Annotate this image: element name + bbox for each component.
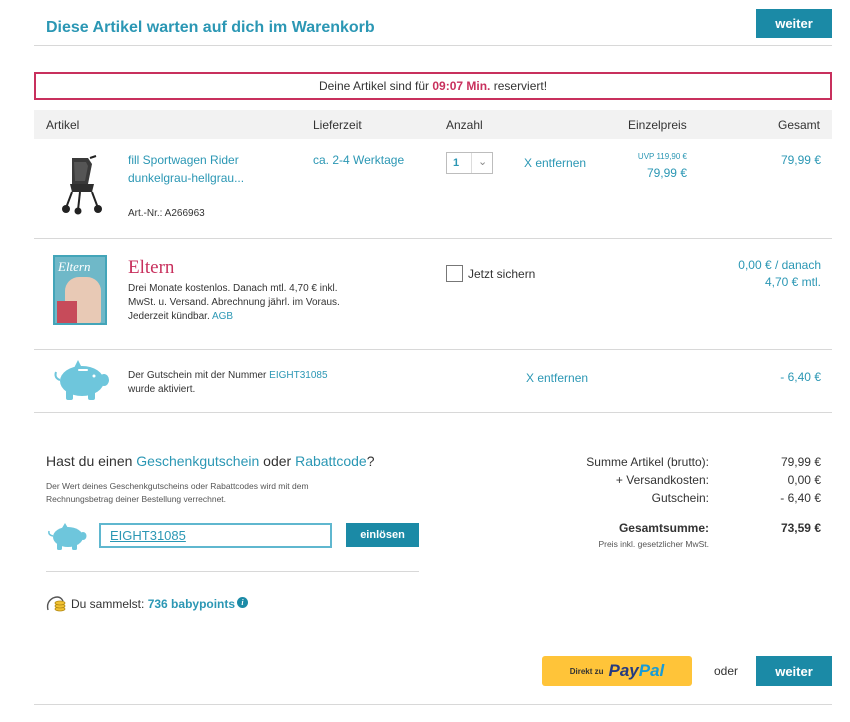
summary-voucher-value: - 6,40 € xyxy=(780,491,821,505)
babypoints-prefix: Du sammelst: xyxy=(71,597,145,611)
piggy-bank-icon xyxy=(52,360,110,402)
paypal-logo-pal: Pal xyxy=(638,661,665,680)
magazine-cover-title: Eltern xyxy=(58,259,91,274)
magazine-cover-shape xyxy=(57,301,77,323)
subscribe-checkbox-label[interactable]: Jetzt sichern xyxy=(468,267,535,281)
footer-divider xyxy=(34,704,832,705)
summary-items-label: Summe Artikel (brutto): xyxy=(586,455,709,469)
magazine-desc-line1: Drei Monate kostenlos. Danach mtl. 4,70 … xyxy=(128,283,338,294)
product-name-line2[interactable]: dunkelgrau-hellgrau... xyxy=(128,171,244,185)
magazine-cover[interactable]: Eltern xyxy=(53,255,107,325)
row-divider-2 xyxy=(34,349,832,350)
magazine-desc-line3: Jederzeit kündbar. AGB xyxy=(128,309,233,324)
product-name-line1[interactable]: fill Sportwagen Rider xyxy=(128,153,239,167)
voucher-code: EIGHT31085 xyxy=(269,370,328,381)
magazine-desc-line2: MwSt. u. Versand. Abrechnung jährl. im V… xyxy=(128,297,340,308)
summary-items-value: 79,99 € xyxy=(780,455,821,469)
col-article: Artikel xyxy=(46,118,80,132)
product-delivery: ca. 2-4 Werktage xyxy=(313,153,405,167)
summary-labels: Summe Artikel (brutto): + Versandkosten:… xyxy=(586,453,709,507)
chevron-down-icon: ⌄ xyxy=(478,156,488,168)
voucher-text-prefix: Der Gutschein mit der Nummer xyxy=(128,370,267,381)
coupon-info-line1: Der Wert deines Geschenkgutscheins oder … xyxy=(46,481,309,491)
quantity-divider xyxy=(471,153,472,173)
magazine-cancel-text: Jederzeit kündbar. xyxy=(128,311,210,322)
continue-button-top[interactable]: weiter xyxy=(756,9,832,38)
voucher-text-line2: wurde aktiviert. xyxy=(128,384,196,395)
col-delivery: Lieferzeit xyxy=(313,118,362,132)
agb-link[interactable]: AGB xyxy=(212,311,233,322)
remove-product-button[interactable]: X entfernen xyxy=(524,156,586,170)
reservation-timer: 09:07 Min. xyxy=(432,79,491,93)
col-total: Gesamt xyxy=(777,118,820,132)
redeem-button[interactable]: einlösen xyxy=(346,523,419,547)
coins-icon xyxy=(45,594,67,614)
voucher-amount: - 6,40 € xyxy=(780,370,821,384)
coupon-question: Hast du einen Geschenkgutschein oder Rab… xyxy=(46,453,374,469)
summary-shipping-value: 0,00 € xyxy=(787,473,821,487)
col-unit-price: Einzelpreis xyxy=(628,118,687,132)
remove-voucher-button[interactable]: X entfernen xyxy=(526,371,588,385)
product-uvp: UVP 119,90 € xyxy=(637,152,687,161)
or-label: oder xyxy=(714,664,739,678)
gift-card-link[interactable]: Geschenkgutschein xyxy=(136,453,259,469)
summary-voucher-label: Gutschein: xyxy=(651,491,709,505)
row-divider-3 xyxy=(34,412,832,413)
coupon-q-middle: oder xyxy=(263,453,292,469)
paypal-logo-pay: Pay xyxy=(608,661,639,680)
header-divider xyxy=(34,45,832,46)
page-title: Diese Artikel warten auf dich im Warenko… xyxy=(46,19,375,36)
piggy-bank-small-icon xyxy=(47,523,87,551)
quantity-select[interactable]: 1 ⌄ xyxy=(446,152,493,174)
reservation-banner: Deine Artikel sind für 09:07 Min. reserv… xyxy=(34,72,832,100)
row-divider-1 xyxy=(34,238,832,239)
continue-button-bottom[interactable]: weiter xyxy=(756,656,832,686)
magazine-price-line2: 4,70 € mtl. xyxy=(764,275,821,289)
coupon-divider xyxy=(46,571,419,572)
tax-note: Preis inkl. gesetzlicher MwSt. xyxy=(598,539,709,549)
summary-total-value: 73,59 € xyxy=(780,521,821,535)
reservation-suffix: reserviert! xyxy=(493,79,548,93)
stroller-icon xyxy=(62,155,102,215)
eltern-logo: Eltern xyxy=(128,257,175,278)
summary-total-label: Gesamtsumme: xyxy=(618,521,709,535)
magazine-price-line1: 0,00 € / danach xyxy=(738,258,821,272)
coupon-q-prefix: Hast du einen xyxy=(46,453,133,469)
product-total: 79,99 € xyxy=(780,153,821,167)
paypal-prefix: Direkt zu xyxy=(569,666,604,676)
voucher-text-line1: Der Gutschein mit der Nummer EIGHT31085 xyxy=(128,368,328,383)
summary-values: 79,99 € 0,00 € - 6,40 € xyxy=(780,453,821,507)
info-icon[interactable]: i xyxy=(237,597,248,608)
stroller-image[interactable] xyxy=(58,154,104,216)
babypoints-value: 736 babypoints xyxy=(147,597,236,611)
product-unit-price: 79,99 € xyxy=(646,166,687,180)
product-sku: Art.-Nr.: A266963 xyxy=(128,208,205,219)
coupon-code-input[interactable] xyxy=(99,523,332,548)
babypoints-text: Du sammelst: 736 babypoints xyxy=(71,597,235,611)
quantity-value: 1 xyxy=(453,157,460,169)
discount-code-link[interactable]: Rabattcode xyxy=(295,453,367,469)
reservation-prefix: Deine Artikel sind für xyxy=(318,79,429,93)
paypal-button[interactable]: Direkt zu Pay Pal xyxy=(542,656,692,686)
coupon-q-suffix: ? xyxy=(366,453,375,469)
summary-shipping-label: + Versandkosten: xyxy=(615,473,709,487)
table-header: Artikel Lieferzeit Anzahl Einzelpreis Ge… xyxy=(34,110,832,139)
subscribe-checkbox[interactable] xyxy=(446,265,463,282)
coupon-info-line2: Rechnungsbetrag deiner Bestellung verrec… xyxy=(46,494,227,504)
col-quantity: Anzahl xyxy=(446,118,483,132)
